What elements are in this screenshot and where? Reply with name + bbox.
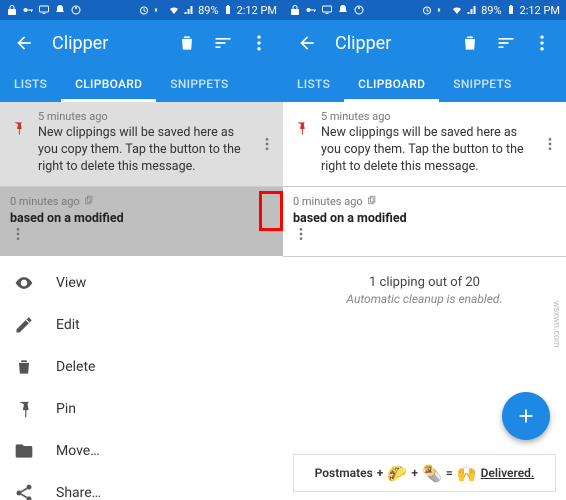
battery-pct: 89% (198, 4, 218, 17)
vibrate-icon (153, 4, 165, 16)
wifi-icon (168, 4, 180, 16)
summary-line1: 1 clipping out of 20 (283, 275, 566, 290)
battery-icon (222, 4, 234, 16)
pinned-ts-r: 5 minutes ago (321, 110, 556, 123)
pinned-card-r[interactable]: 5 minutes ago New clippings will be save… (283, 102, 566, 186)
tab-snippets-r[interactable]: SNIPPETS (439, 66, 525, 102)
delete-button-r[interactable] (452, 25, 488, 61)
taco-icon: 🌮 (387, 464, 407, 483)
ad-tail: Delivered. (481, 466, 535, 480)
clip-ts-text: 0 minutes ago (10, 195, 80, 208)
clock-text-r: 2:12 PM (520, 4, 560, 17)
summary: 1 clipping out of 20 Automatic cleanup i… (283, 275, 566, 306)
pin-icon-r (293, 120, 309, 140)
tabs: LISTS CLIPBOARD SNIPPETS (0, 66, 283, 102)
clock-text: 2:12 PM (237, 4, 277, 17)
pinned-more[interactable] (257, 129, 277, 159)
lock-icon (289, 4, 301, 16)
ad-banner[interactable]: Postmates + 🌮 + 🌯 = 🙌 Delivered. (293, 454, 556, 492)
clip-ts-r: 0 minutes ago (293, 195, 556, 208)
menu-delete[interactable]: Delete (0, 346, 283, 388)
tab-snippets[interactable]: SNIPPETS (156, 66, 242, 102)
content-left: 5 minutes ago New clippings will be save… (0, 102, 283, 500)
fab-add[interactable] (502, 392, 550, 440)
copy-icon (84, 195, 94, 208)
tab-lists-r[interactable]: LISTS (283, 66, 344, 102)
clip-more[interactable] (10, 226, 273, 246)
signal-icon (466, 4, 478, 16)
pinned-card[interactable]: 5 minutes ago New clippings will be save… (0, 102, 283, 186)
tab-lists[interactable]: LISTS (0, 66, 61, 102)
context-menu: View Edit Delete Pin Move… Share… Select… (0, 256, 283, 500)
highlight-box (259, 191, 283, 231)
sort-button-r[interactable] (488, 25, 524, 61)
ad-eq: = (446, 466, 453, 480)
bell-icon (54, 4, 66, 16)
overflow-button[interactable] (241, 25, 277, 61)
pin-icon (10, 120, 26, 140)
appbar-r: Clipper (283, 20, 566, 66)
wifi-icon (451, 4, 463, 16)
statusbar: 89% 2:12 PM (0, 0, 283, 20)
app-icon (70, 4, 82, 16)
menu-view[interactable]: View (0, 262, 283, 304)
back-button[interactable] (6, 25, 42, 61)
cast-icon (321, 4, 333, 16)
menu-move[interactable]: Move… (0, 430, 283, 472)
status-right: 89% 2:12 PM (138, 4, 277, 17)
tabs-r: LISTS CLIPBOARD SNIPPETS (283, 66, 566, 102)
pinned-ts: 5 minutes ago (38, 110, 273, 123)
ad-plus1: + (377, 466, 384, 480)
delete-button[interactable] (169, 25, 205, 61)
alarm-icon (421, 4, 433, 16)
appbar: Clipper (0, 20, 283, 66)
alarm-icon (138, 4, 150, 16)
overflow-button-r[interactable] (524, 25, 560, 61)
ad-brand: Postmates (315, 466, 373, 480)
tab-clipboard[interactable]: CLIPBOARD (61, 66, 156, 102)
hands-icon: 🙌 (457, 464, 477, 483)
sort-button[interactable] (205, 25, 241, 61)
menu-pin[interactable]: Pin (0, 388, 283, 430)
clip-card[interactable]: 0 minutes ago based on a modified (0, 187, 283, 256)
pinned-text-r: New clippings will be saved here as you … (321, 125, 556, 176)
clip-text: based on a modified (10, 211, 273, 226)
lock-icon (6, 4, 18, 16)
content-right: 5 minutes ago New clippings will be save… (283, 102, 566, 500)
app-icon (353, 4, 365, 16)
page-title-r: Clipper (335, 33, 391, 54)
clip-text-r: based on a modified (293, 211, 556, 226)
vibrate-icon (436, 4, 448, 16)
key-icon (22, 4, 34, 16)
tab-clipboard-r[interactable]: CLIPBOARD (344, 66, 439, 102)
clip-card-r[interactable]: 0 minutes ago based on a modified (283, 187, 566, 256)
phone-right: 89% 2:12 PM Clipper LISTS CLIPBOARD SNIP… (283, 0, 566, 500)
clip-ts: 0 minutes ago (10, 195, 273, 208)
watermark: wsxwn.com (552, 301, 562, 348)
back-button-r[interactable] (289, 25, 325, 61)
clip-ts-text-r: 0 minutes ago (293, 195, 363, 208)
clip-more-r[interactable] (293, 226, 556, 246)
pinned-more-r[interactable] (540, 129, 560, 159)
pinned-text: New clippings will be saved here as you … (38, 125, 273, 176)
statusbar-r: 89% 2:12 PM (283, 0, 566, 20)
bell-icon (337, 4, 349, 16)
signal-icon (183, 4, 195, 16)
summary-line2: Automatic cleanup is enabled. (283, 292, 566, 306)
menu-share[interactable]: Share… (0, 472, 283, 500)
ad-plus2: + (411, 466, 418, 480)
cast-icon (38, 4, 50, 16)
phone-left: 89% 2:12 PM Clipper LISTS CLIPBOARD SNIP… (0, 0, 283, 500)
status-left (6, 4, 82, 16)
menu-edit[interactable]: Edit (0, 304, 283, 346)
battery-icon (505, 4, 517, 16)
page-title: Clipper (52, 33, 108, 54)
burrito-icon: 🌯 (422, 464, 442, 483)
copy-icon-r (367, 195, 377, 208)
key-icon (305, 4, 317, 16)
battery-pct-r: 89% (481, 4, 501, 17)
